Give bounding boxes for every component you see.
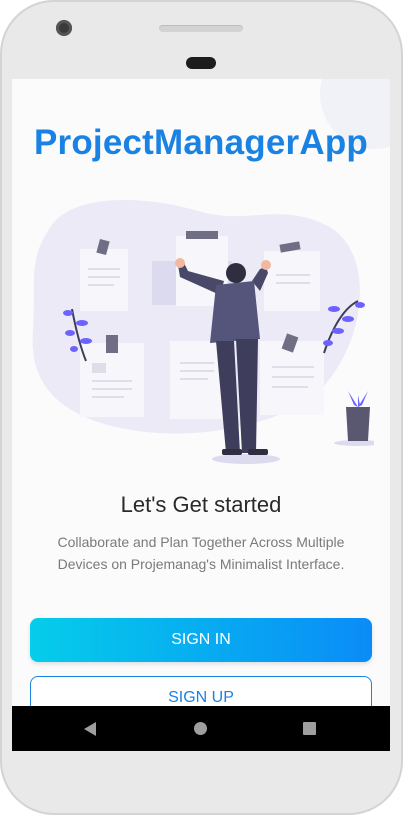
front-camera (56, 20, 72, 36)
note-left-top (80, 249, 128, 311)
earpiece-speaker (159, 25, 243, 32)
proximity-sensor (186, 57, 216, 69)
phone-frame: ProjectManagerApp Let's Get started Coll… (0, 0, 403, 815)
app-screen: ProjectManagerApp Let's Get started Coll… (12, 79, 390, 751)
sign-in-button[interactable]: SIGN IN (30, 618, 372, 662)
onboarding-subtitle: Collaborate and Plan Together Across Mul… (57, 534, 345, 572)
note-right-top (264, 251, 320, 311)
app-title: ProjectManagerApp (33, 123, 369, 162)
home-icon[interactable] (194, 722, 207, 735)
android-nav-bar (12, 706, 390, 751)
recents-icon[interactable] (303, 722, 316, 735)
onboarding-headline: Let's Get started (120, 492, 282, 517)
teamwork-illustration (32, 199, 374, 464)
potted-plant (334, 391, 374, 446)
back-icon[interactable] (84, 722, 96, 736)
